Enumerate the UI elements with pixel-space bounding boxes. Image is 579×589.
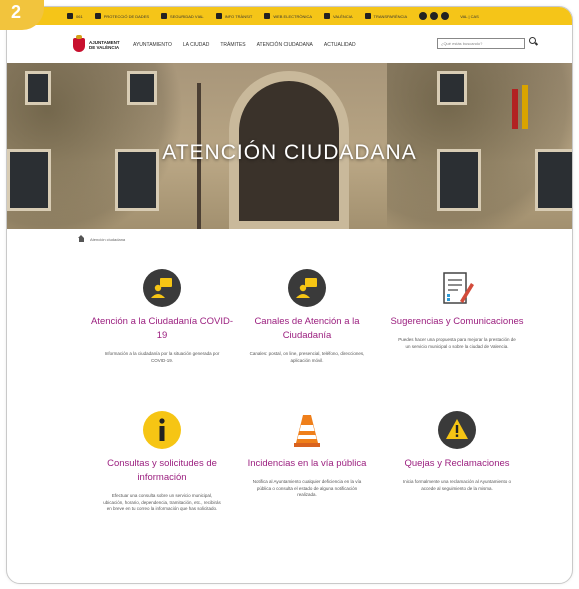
site-logo[interactable]: AJUNTAMENT DE VALÈNCIA: [73, 35, 123, 52]
facebook-icon[interactable]: [419, 12, 428, 20]
monitor-icon: [264, 13, 271, 19]
phone-icon: [67, 13, 73, 19]
topbar-item-data-protection[interactable]: PROTECCIÓ DE DADES: [94, 13, 149, 19]
topbar-item-road-safety[interactable]: SEGURIDAD VIAL: [161, 13, 204, 19]
card-title[interactable]: Quejas y Reclamaciones: [382, 457, 532, 471]
person-chat-icon: [288, 269, 326, 307]
top-utility-bar: 061 PROTECCIÓ DE DADES SEGURIDAD VIAL IN…: [7, 7, 572, 25]
card-title[interactable]: Canales de Atención a la Ciudadanía: [232, 315, 382, 343]
topbar-item-traffic[interactable]: INFO TRÀNSIT: [215, 13, 252, 19]
card-description: Puedes hacer una propuesta para mejorar …: [398, 337, 516, 349]
card-title[interactable]: Incidencias en la vía pública: [232, 457, 382, 471]
topbar-item-valencia[interactable]: VALÈNCIA: [324, 13, 353, 19]
topbar-item-061[interactable]: 061: [67, 13, 83, 19]
nav-item-ayuntamiento[interactable]: AYUNTAMIENTO: [133, 42, 172, 48]
card-quejas[interactable]: Quejas y Reclamaciones Inicia formalment…: [382, 411, 532, 492]
traffic-cone-icon: [294, 415, 320, 447]
card-sugerencias[interactable]: Sugerencias y Comunicaciones Puedes hace…: [382, 269, 532, 350]
pin-icon: [324, 13, 330, 19]
flag-image: [522, 85, 528, 129]
twitter-icon[interactable]: [430, 12, 439, 20]
card-covid[interactable]: Atención a la Ciudadanía COVID-19 Inform…: [87, 269, 237, 364]
card-description: Canales: postal, on line, presencial, te…: [249, 351, 365, 363]
main-navbar: AJUNTAMENT DE VALÈNCIA AYUNTAMIENTO LA C…: [7, 25, 572, 65]
document-icon: [364, 13, 371, 19]
search-icon[interactable]: [529, 37, 536, 44]
window-image: [127, 71, 157, 105]
window-image: [437, 71, 467, 105]
flag-image: [512, 89, 518, 129]
nav-item-la-ciudad[interactable]: LA CIUDAD: [183, 42, 209, 48]
search-input[interactable]: ¿Qué estás buscando?: [437, 38, 525, 49]
logo-text: AJUNTAMENT DE VALÈNCIA: [89, 40, 120, 50]
breadcrumb: Atención ciudadana: [78, 234, 126, 242]
hero-banner: ATENCIÓN CIUDADANA: [7, 63, 572, 229]
nav-menu: AYUNTAMIENTO LA CIUDAD TRÁMITES ATENCIÓN…: [133, 42, 367, 48]
document-pen-icon: [443, 272, 474, 304]
topbar-item-transparency[interactable]: TRANSPARÈNCIA: [364, 13, 407, 19]
nav-item-actualidad[interactable]: ACTUALIDAD: [324, 42, 356, 48]
card-title[interactable]: Sugerencias y Comunicaciones: [382, 315, 532, 329]
card-title[interactable]: Atención a la Ciudadanía COVID-19: [87, 315, 237, 343]
card-title[interactable]: Consultas y solicitudes de información: [87, 457, 237, 485]
card-description: Inicia formalmente una reclamación al Ay…: [403, 479, 511, 491]
home-icon[interactable]: [78, 234, 84, 242]
person-chat-icon: [143, 269, 181, 307]
car-icon: [161, 13, 168, 19]
city-shield-icon: [73, 35, 85, 52]
topbar-item-electronic-office[interactable]: WEB ELECTRÒNICA: [264, 13, 312, 19]
info-icon: [143, 411, 181, 449]
lock-icon: [94, 13, 101, 19]
warning-icon: [438, 411, 476, 449]
instagram-icon[interactable]: [441, 12, 450, 20]
card-canales[interactable]: Canales de Atención a la Ciudadanía Cana…: [232, 269, 382, 364]
card-description: Efectuar una consulta sobre un servicio …: [103, 493, 221, 511]
traffic-icon: [215, 13, 222, 19]
card-incidencias[interactable]: Incidencias en la vía pública Notifica a…: [232, 411, 382, 499]
hero-title: ATENCIÓN CIUDADANA: [162, 141, 417, 164]
card-consultas[interactable]: Consultas y solicitudes de información E…: [87, 411, 237, 513]
card-description: Información a la ciudadanía por la situa…: [104, 351, 220, 363]
browser-frame: 061 PROTECCIÓ DE DADES SEGURIDAD VIAL IN…: [6, 6, 573, 584]
language-switch[interactable]: VAL | CAS: [460, 14, 479, 19]
breadcrumb-current: Atención ciudadana: [90, 237, 126, 242]
card-description: Notifica al Ayuntamiento cualquier defic…: [252, 479, 362, 497]
nav-item-tramites[interactable]: TRÁMITES: [220, 42, 245, 48]
nav-item-atencion-ciudadana[interactable]: ATENCIÓN CIUDADANA: [257, 42, 313, 48]
window-image: [25, 71, 51, 105]
